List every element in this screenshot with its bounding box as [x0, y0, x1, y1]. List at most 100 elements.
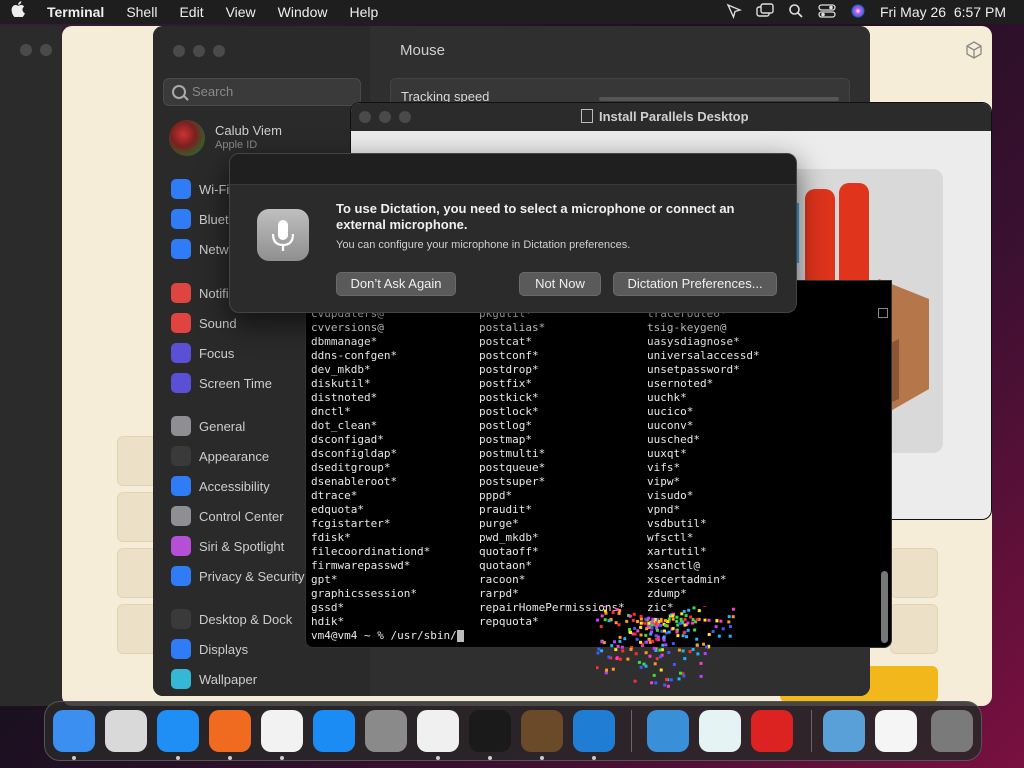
system-settings-icon[interactable]	[365, 710, 407, 752]
terminal-column-3: traceroute6* tsig-keygen@ uasysdiagnose*…	[647, 307, 760, 614]
running-indicator	[176, 756, 180, 760]
apple-icon[interactable]	[0, 0, 36, 24]
sidebar-item-icon	[171, 639, 191, 659]
firefox-icon[interactable]	[209, 710, 251, 752]
running-indicator	[540, 756, 544, 760]
minimize-button[interactable]	[40, 44, 52, 56]
input-source-icon[interactable]	[751, 710, 793, 752]
sidebar-item-focus[interactable]: Focus	[171, 342, 234, 364]
document-thumbnail-icon[interactable]	[875, 710, 917, 752]
sidebar-item-privacy-security[interactable]: Privacy & Security	[171, 565, 304, 587]
dock-separator	[631, 710, 632, 752]
sidebar-item-label: Desktop & Dock	[199, 611, 293, 627]
terminal-prompt[interactable]: vm4@vm4 ~ % /usr/sbin/	[311, 629, 464, 642]
not-now-button[interactable]: Not Now	[519, 272, 601, 296]
migration-icon[interactable]	[699, 710, 741, 752]
sidebar-item-icon	[171, 476, 191, 496]
sidebar-item-icon	[171, 283, 191, 303]
instruments-icon[interactable]	[521, 710, 563, 752]
tracking-speed-slider[interactable]	[599, 97, 839, 124]
menu-shell[interactable]: Shell	[115, 0, 168, 24]
sidebar-item-label: Screen Time	[199, 375, 272, 391]
microphone-icon	[257, 209, 309, 261]
scrollbar[interactable]	[879, 305, 889, 645]
dictation-alert-dialog: To use Dictation, you need to select a m…	[229, 153, 797, 313]
sidebar-item-label: Sound	[199, 315, 237, 331]
zoom-button[interactable]	[213, 45, 225, 57]
traffic-lights	[173, 45, 225, 57]
running-indicator	[436, 756, 440, 760]
traffic-lights	[20, 44, 52, 56]
terminal-window[interactable]: cvupdaters@ cvversions@ dbmmanage* ddns-…	[305, 280, 892, 648]
scrollbar-thumb[interactable]	[881, 571, 888, 643]
sidebar-item-label: Wi-Fi	[199, 181, 230, 197]
account-name: Calub Viem	[215, 123, 282, 138]
safari-icon[interactable]	[157, 710, 199, 752]
sidebar-item-icon	[171, 536, 191, 556]
sidebar-item-general[interactable]: General	[171, 415, 245, 437]
page-title: Mouse	[400, 42, 446, 59]
sidebar-item-icon	[171, 416, 191, 436]
menu-edit[interactable]: Edit	[168, 0, 214, 24]
menu-view[interactable]: View	[215, 0, 267, 24]
sidebar-item-icon	[171, 609, 191, 629]
sidebar-item-appearance[interactable]: Appearance	[171, 445, 269, 467]
sidebar-item-icon	[171, 669, 191, 689]
window-title-bar: Install Parallels Desktop	[351, 103, 991, 131]
sidebar-item-desktop-dock[interactable]: Desktop & Dock	[171, 608, 292, 630]
sidebar-item-icon	[171, 506, 191, 526]
minimize-button[interactable]	[193, 45, 205, 57]
rainbow-burst-decoration	[596, 606, 735, 688]
sidebar-item-displays[interactable]: Displays	[171, 638, 248, 660]
vscode-icon[interactable]	[573, 710, 615, 752]
dock-separator	[811, 710, 812, 752]
sidebar-item-sound[interactable]: Sound	[171, 312, 237, 334]
textedit-icon[interactable]	[417, 710, 459, 752]
sidebar-item-label: Accessibility	[199, 478, 270, 494]
sidebar-item-control-center[interactable]: Control Center	[171, 505, 284, 527]
launchpad-icon[interactable]	[105, 710, 147, 752]
menu-app-name[interactable]: Terminal	[36, 0, 115, 24]
sidebar-item-label: Control Center	[199, 508, 284, 524]
siri-icon[interactable]	[850, 3, 866, 22]
installer-icon	[581, 109, 593, 123]
control-center-icon[interactable]	[818, 3, 836, 22]
sidebar-item-label: Appearance	[199, 448, 270, 464]
close-button[interactable]	[20, 44, 32, 56]
location-arrow-icon[interactable]	[726, 3, 743, 22]
menu-help[interactable]: Help	[338, 0, 389, 24]
zoom-button[interactable]	[399, 111, 411, 123]
sidebar-item-wi-fi[interactable]: Wi-Fi	[171, 178, 229, 200]
sidebar-item-wallpaper[interactable]: Wallpaper	[171, 668, 257, 690]
menu-window[interactable]: Window	[267, 0, 339, 24]
search-icon[interactable]	[788, 3, 804, 22]
search-input[interactable]: Search	[163, 78, 361, 106]
cube-icon	[964, 40, 984, 65]
traffic-lights	[359, 111, 411, 123]
running-indicator	[488, 756, 492, 760]
search-placeholder: Search	[192, 84, 234, 99]
finder-icon[interactable]	[53, 710, 95, 752]
sidebar-item-icon	[171, 373, 191, 393]
dont-ask-again-button[interactable]: Don’t Ask Again	[336, 272, 456, 296]
dictation-preferences-button[interactable]: Dictation Preferences...	[613, 272, 777, 296]
dialog-title: To use Dictation, you need to select a m…	[336, 201, 735, 232]
running-indicator	[592, 756, 596, 760]
clock[interactable]: Fri May 26 6:57 PM	[880, 4, 1006, 20]
sidebar-item-siri-spotlight[interactable]: Siri & Spotlight	[171, 535, 284, 557]
trash-icon[interactable]	[931, 710, 973, 752]
dialog-message: You can configure your microphone in Dic…	[336, 239, 631, 251]
app-store-icon[interactable]	[313, 710, 355, 752]
running-indicator	[280, 756, 284, 760]
text-cursor	[456, 630, 464, 642]
chrome-icon[interactable]	[261, 710, 303, 752]
close-button[interactable]	[359, 111, 371, 123]
minimize-button[interactable]	[379, 111, 391, 123]
terminal-icon[interactable]	[469, 710, 511, 752]
screenshot-folder-icon[interactable]	[823, 710, 865, 752]
sidebar-item-accessibility[interactable]: Accessibility	[171, 475, 270, 497]
close-button[interactable]	[173, 45, 185, 57]
screen-mirror-icon[interactable]	[756, 2, 774, 22]
sidebar-item-screen-time[interactable]: Screen Time	[171, 372, 272, 394]
weather-icon[interactable]	[647, 710, 689, 752]
